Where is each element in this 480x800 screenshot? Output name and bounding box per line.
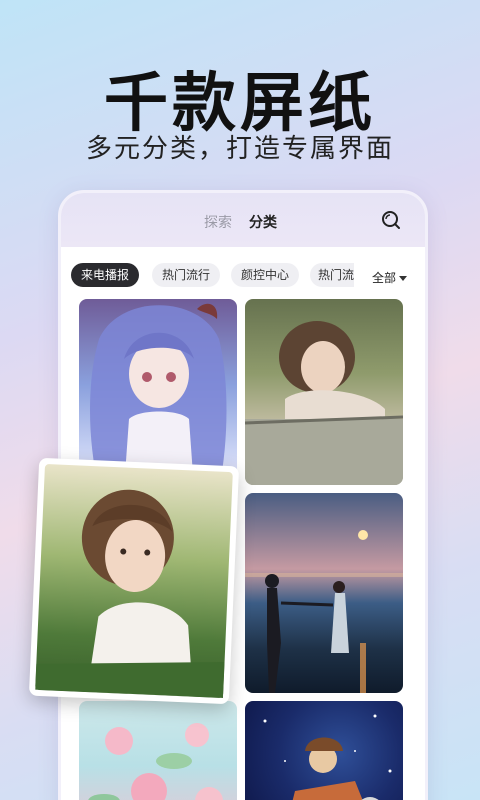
wallpaper-card-portrait[interactable] (245, 299, 403, 485)
featured-photo-card[interactable] (28, 457, 240, 705)
chip-looks[interactable]: 颜控中心 (231, 263, 300, 287)
category-chips: 来电播报 热门流行 颜控中心 热门流 全部 (61, 257, 425, 287)
all-categories-dropdown[interactable]: 全部 (372, 269, 408, 286)
couple-beach-image (245, 573, 403, 693)
app-header: 探索 分类 (61, 193, 425, 247)
promo-subline: 多元分类，打造专属界面 (85, 134, 394, 164)
portrait-girl-image (245, 321, 403, 485)
tab-explore[interactable]: 探索 (204, 212, 232, 232)
all-categories-label: 全部 (372, 271, 397, 285)
space-pilot-image (263, 714, 392, 800)
chip-popular[interactable]: 热门流行 (152, 263, 221, 287)
flowers-image (88, 723, 223, 800)
girl-in-field-image (35, 489, 225, 698)
caret-down-icon (399, 276, 408, 281)
wallpaper-card-space[interactable] (245, 701, 403, 800)
tab-category[interactable]: 分类 (249, 212, 277, 232)
chip-popular-2[interactable]: 热门流 (310, 263, 354, 287)
wallpaper-card-sunset[interactable] (245, 493, 403, 693)
featured-photo-image (35, 464, 233, 698)
chip-incoming-call[interactable]: 来电播报 (71, 263, 140, 287)
search-icon[interactable] (380, 209, 402, 231)
wallpaper-card-flowers[interactable] (79, 701, 237, 800)
